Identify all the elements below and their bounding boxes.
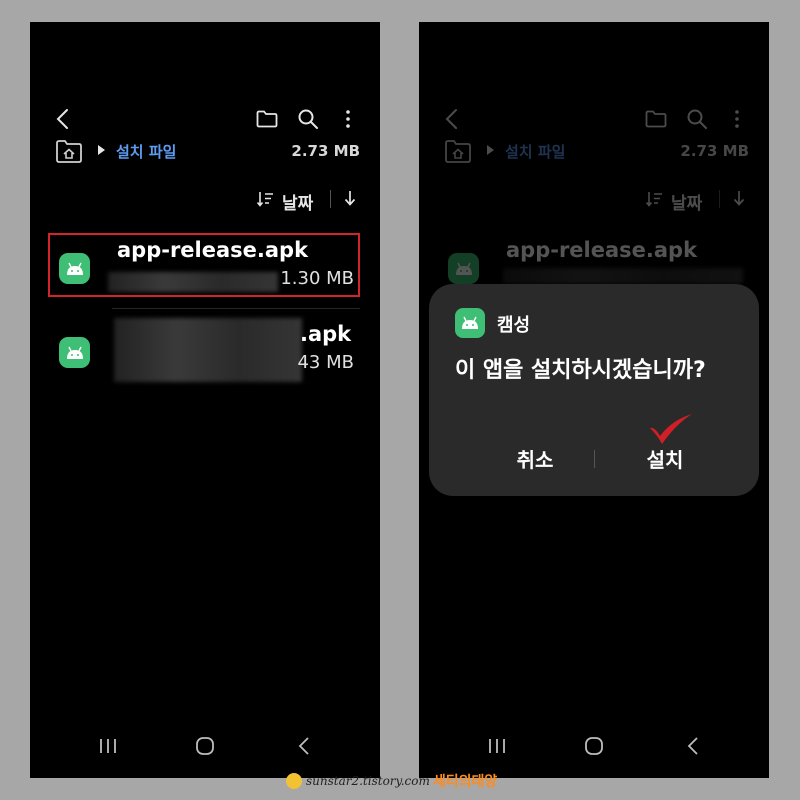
path-bar: 설치 파일 2.73 MB [30, 136, 380, 170]
nav-home-icon[interactable] [582, 734, 606, 758]
back-icon[interactable] [50, 106, 76, 132]
path-arrow-icon [98, 145, 105, 155]
path-bar: 설치 파일 2.73 MB [419, 136, 769, 170]
sort-divider [719, 190, 720, 208]
system-nav-bar [419, 724, 769, 768]
folder-icon [643, 106, 669, 132]
sort-label[interactable]: 날짜 [282, 189, 313, 214]
watermark-url: sunstar2.tistory.com [306, 774, 430, 788]
sort-direction-icon [731, 189, 747, 207]
search-icon[interactable] [295, 106, 321, 132]
checkmark-icon [646, 412, 696, 446]
blurred-file-name [114, 318, 302, 382]
path-folder-size: 2.73 MB [291, 142, 360, 160]
dialog-message: 이 앱을 설치하시겠습니까? [455, 358, 706, 383]
blurred-date [503, 268, 743, 284]
home-icon [444, 138, 472, 164]
file-name: app-release.apk [506, 238, 698, 262]
sort-direction-icon[interactable] [342, 189, 358, 207]
back-icon [439, 106, 465, 132]
highlight-frame [48, 233, 360, 297]
home-icon[interactable] [55, 138, 83, 164]
smiley-icon [286, 773, 302, 789]
search-icon [684, 106, 710, 132]
android-icon [448, 253, 479, 284]
sort-label: 날짜 [671, 194, 703, 214]
recent-apps-icon[interactable] [485, 734, 509, 758]
sort-bar: 날짜 [30, 184, 380, 216]
dialog-button-divider [594, 450, 595, 468]
dialog-app-name: 캠성 [497, 315, 531, 336]
install-dialog: 캠성 이 앱을 설치하시겠습니까? 취소 설치 [429, 284, 759, 496]
nav-home-icon[interactable] [193, 734, 217, 758]
folder-icon[interactable] [254, 106, 280, 132]
file-item-second-apk[interactable]: .apk 43 MB [30, 316, 380, 388]
recent-apps-icon[interactable] [96, 734, 120, 758]
android-icon [59, 337, 90, 368]
sort-divider [330, 190, 331, 208]
more-icon[interactable] [335, 106, 361, 132]
android-icon [455, 308, 485, 338]
system-nav-bar [30, 724, 380, 768]
sort-icon [645, 190, 663, 208]
watermark-name: 세티의태양 [432, 774, 498, 790]
file-name-extension: .apk [300, 322, 352, 346]
install-button[interactable]: 설치 [615, 444, 715, 473]
list-divider [112, 308, 360, 309]
watermark: sunstar2.tistory.com 세티의태양 [286, 771, 497, 791]
file-size: 43 MB [297, 352, 354, 373]
path-folder-name[interactable]: 설치 파일 [116, 141, 176, 162]
path-folder-name: 설치 파일 [505, 143, 566, 161]
sort-bar: 날짜 [419, 184, 769, 216]
more-icon [724, 106, 750, 132]
path-folder-size: 2.73 MB [680, 142, 749, 160]
path-arrow-icon [487, 145, 494, 155]
phone-screen-left: 설치 파일 2.73 MB 날짜 app-release.apk 1.30 MB… [30, 22, 380, 778]
sort-icon[interactable] [256, 190, 274, 208]
phone-screen-right: 설치 파일 2.73 MB 날짜 app-release.apk 캠성 이 앱을 [419, 22, 769, 778]
cancel-button[interactable]: 취소 [485, 444, 585, 473]
nav-back-icon[interactable] [681, 734, 705, 758]
nav-back-icon[interactable] [292, 734, 316, 758]
